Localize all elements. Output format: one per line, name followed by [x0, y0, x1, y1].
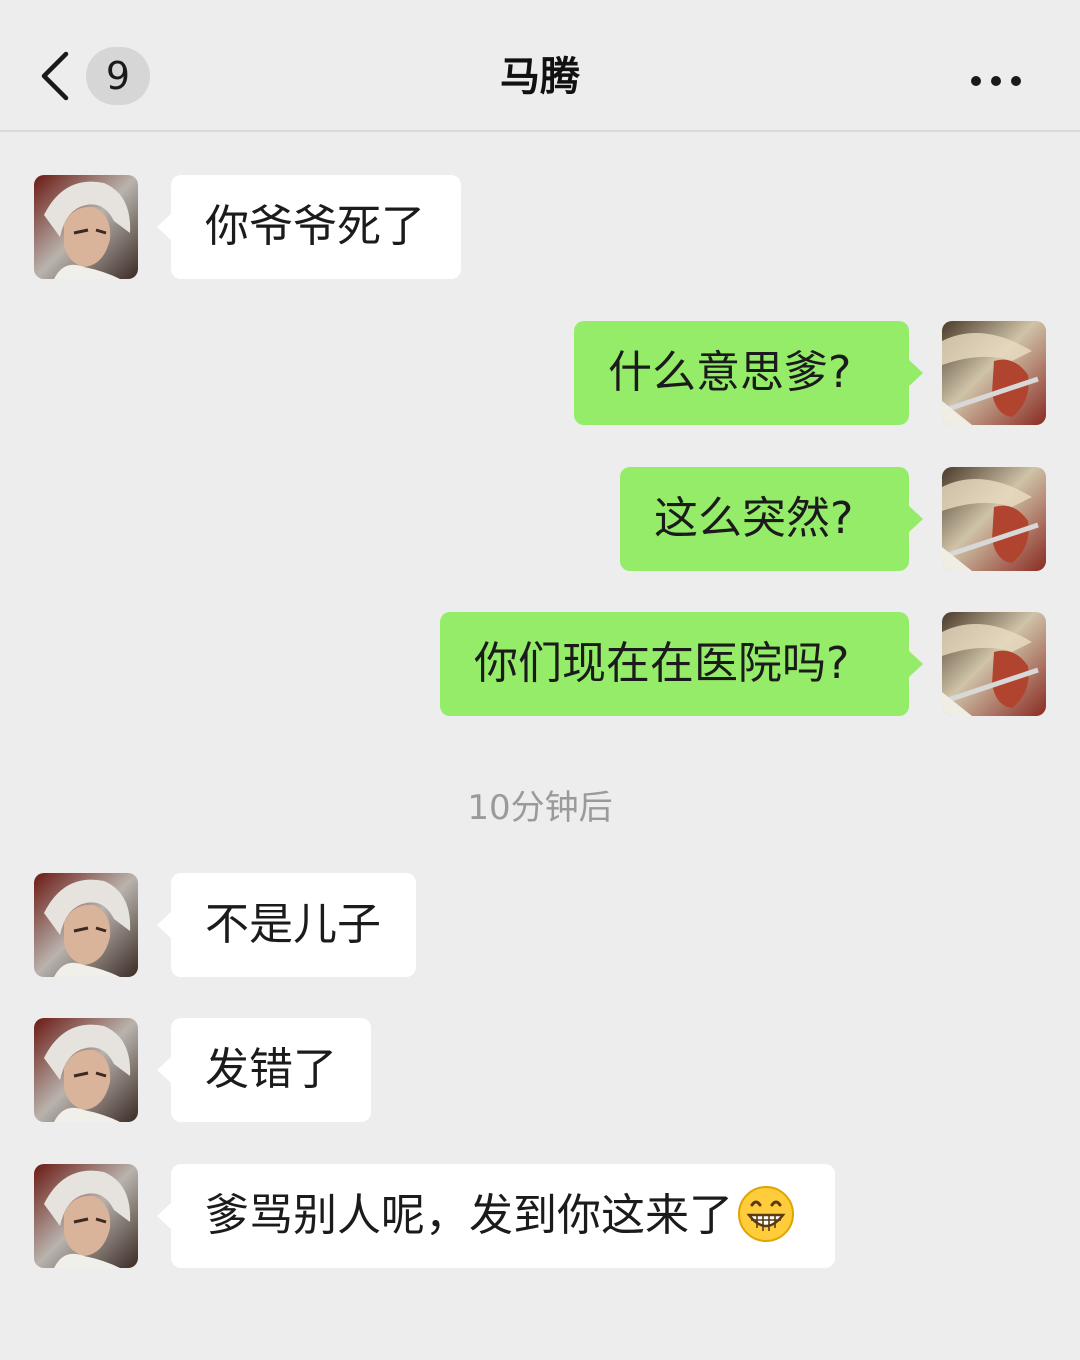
my-avatar[interactable]: [942, 467, 1046, 571]
grinning-face-icon: [738, 1186, 794, 1242]
message-bubble-outgoing[interactable]: 这么突然?: [620, 467, 923, 571]
time-separator: 10分钟后: [467, 788, 613, 828]
chat-header: 9 马腾: [0, 0, 1080, 132]
contact-avatar[interactable]: [34, 175, 138, 279]
message-bubble-outgoing[interactable]: 什么意思爹?: [574, 321, 923, 425]
my-avatar[interactable]: [942, 612, 1046, 716]
contact-avatar[interactable]: [34, 873, 138, 977]
contact-avatar[interactable]: [34, 1018, 138, 1122]
message-bubble-incoming[interactable]: 不是儿子: [157, 873, 416, 977]
more-button[interactable]: [966, 66, 1026, 96]
chat-title: 马腾: [500, 54, 580, 100]
my-avatar[interactable]: [942, 321, 1046, 425]
message-text: 爹骂别人呢，发到你这来了: [205, 1190, 733, 1241]
contact-avatar[interactable]: [34, 1164, 138, 1268]
message-bubble-incoming[interactable]: 你爷爷死了: [157, 175, 461, 279]
message-bubble-incoming[interactable]: 发错了: [157, 1018, 371, 1122]
message-bubble-incoming[interactable]: 爹骂别人呢，发到你这来了: [157, 1164, 835, 1268]
message-bubble-outgoing[interactable]: 你们现在在医院吗?: [440, 612, 923, 716]
more-dots-icon: [971, 76, 1021, 86]
